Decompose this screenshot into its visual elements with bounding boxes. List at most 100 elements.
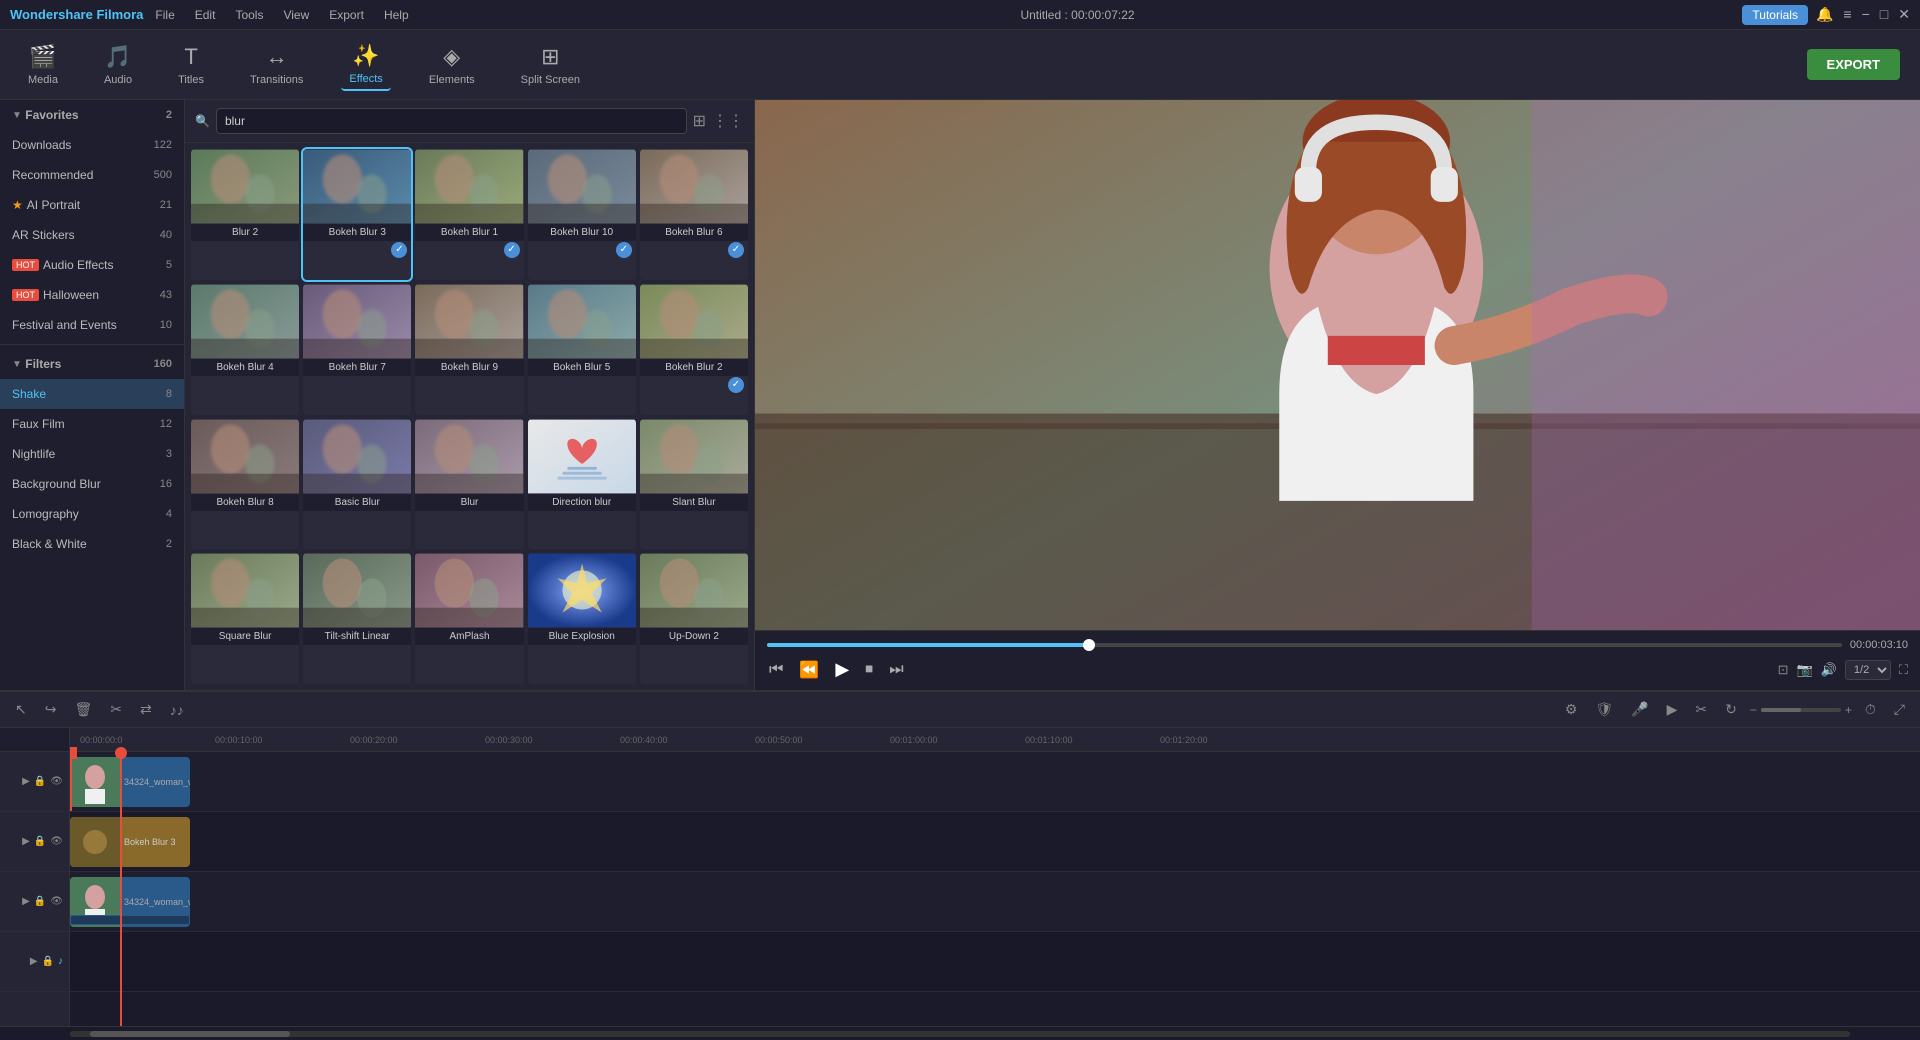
menu-export[interactable]: Export — [325, 6, 368, 24]
audio-tool[interactable]: ♪♪ — [165, 699, 189, 721]
mic-button[interactable]: 🎤 — [1626, 698, 1653, 721]
effect-item-bokeh_blur1[interactable]: ✓ Bokeh Blur 1 — [415, 149, 523, 280]
track1-eye[interactable]: 👁 — [50, 776, 63, 787]
search-input[interactable] — [216, 108, 687, 134]
toolbar-split-screen[interactable]: ⊞ Split Screen — [513, 40, 588, 90]
sidebar-item-ar-stickers[interactable]: AR Stickers 40 — [0, 220, 184, 250]
menu-file[interactable]: File — [151, 6, 178, 24]
speed-tool[interactable]: ⇄ — [135, 698, 157, 721]
progress-bar[interactable] — [767, 643, 1842, 647]
sidebar-item-ai-portrait[interactable]: ★ AI Portrait 21 — [0, 190, 184, 220]
effect-item-tilt_shift[interactable]: Tilt-shift Linear — [303, 553, 411, 684]
zoom-minus[interactable]: − — [1750, 703, 1757, 717]
toolbar-audio[interactable]: 🎵 Audio — [96, 40, 140, 90]
effect-item-slant_blur[interactable]: Slant Blur — [640, 419, 748, 550]
stop-button[interactable]: ⏹ — [863, 659, 875, 681]
track3-eye[interactable]: 👁 — [50, 896, 63, 907]
effect-item-bokeh_blur3[interactable]: ✓ Bokeh Blur 3 — [303, 149, 411, 280]
menu-icon[interactable]: ≡ — [1843, 6, 1851, 23]
render-button[interactable]: ▶ — [1662, 698, 1683, 721]
sidebar-item-nightlife[interactable]: Nightlife 3 — [0, 439, 184, 469]
toolbar-transitions[interactable]: ↔ Transitions — [242, 40, 311, 90]
zoom-select[interactable]: 1/2 1/1 1/4 — [1845, 660, 1891, 680]
scrollbar-track[interactable] — [70, 1031, 1850, 1037]
skip-back-button[interactable]: ⏮ — [767, 659, 785, 681]
effect-item-basic_blur[interactable]: Basic Blur — [303, 419, 411, 550]
track4-lock[interactable]: 🔒 — [42, 956, 54, 967]
sidebar-item-audio-effects[interactable]: HOT Audio Effects 5 — [0, 250, 184, 280]
effect-item-updown2[interactable]: Up-Down 2 — [640, 553, 748, 684]
grid-layout-icon[interactable]: ⊞ — [693, 111, 706, 131]
track2-lock[interactable]: 🔒 — [34, 836, 46, 847]
tutorials-button[interactable]: Tutorials — [1742, 5, 1808, 25]
timeline-clock[interactable]: ⏱ — [1860, 698, 1881, 721]
cursor-tool[interactable]: ↖ — [10, 698, 32, 721]
menu-tools[interactable]: Tools — [231, 6, 267, 24]
track3-lock[interactable]: 🔒 — [34, 896, 46, 907]
timeline-cut2[interactable]: ✂ — [1690, 698, 1712, 721]
minimize-icon[interactable]: − — [1862, 6, 1870, 23]
track1-clip[interactable]: 34324_woman_with_headpho — [70, 757, 190, 807]
volume-icon[interactable]: 🔊 — [1821, 662, 1837, 678]
menu-help[interactable]: Help — [380, 6, 413, 24]
aspect-icon[interactable]: ⊡ — [1778, 662, 1789, 678]
effect-item-bokeh_blur8[interactable]: Bokeh Blur 8 — [191, 419, 299, 550]
effect-item-direction_blur[interactable]: Direction blur — [528, 419, 636, 550]
effect-item-bokeh_blur6[interactable]: ✓ Bokeh Blur 6 — [640, 149, 748, 280]
track2-clip[interactable]: Bokeh Blur 3 — [70, 817, 190, 867]
toolbar-media[interactable]: 🎬 Media — [20, 40, 66, 90]
play-button[interactable]: ▶ — [833, 657, 851, 682]
sidebar-item-downloads[interactable]: Downloads 122 — [0, 130, 184, 160]
maximize-icon[interactable]: □ — [1880, 6, 1888, 23]
snapshot-icon[interactable]: 📷 — [1797, 662, 1813, 678]
sidebar-item-lomography[interactable]: Lomography 4 — [0, 499, 184, 529]
cut-tool[interactable]: ✂ — [105, 698, 127, 721]
track1-lock[interactable]: 🔒 — [34, 776, 46, 787]
effect-item-square_blur[interactable]: Square Blur — [191, 553, 299, 684]
toolbar-elements[interactable]: ◈ Elements — [421, 40, 483, 90]
notification-icon[interactable]: 🔔 — [1816, 6, 1833, 23]
sidebar-item-faux-film[interactable]: Faux Film 12 — [0, 409, 184, 439]
sidebar-item-background-blur[interactable]: Background Blur 16 — [0, 469, 184, 499]
timeline-zoom-bar[interactable] — [1761, 708, 1841, 712]
step-back-button[interactable]: ⏪ — [797, 658, 821, 682]
background-blur-label: Background Blur — [12, 477, 101, 491]
delete-tool[interactable]: 🗑 — [69, 698, 97, 721]
sidebar-favorites-header[interactable]: ▼ Favorites 2 — [0, 100, 184, 130]
track4-eye[interactable]: ♪ — [58, 956, 63, 967]
timeline-loop[interactable]: ↻ — [1720, 698, 1742, 721]
scrollbar-thumb[interactable] — [90, 1031, 290, 1037]
effect-item-blur[interactable]: Blur — [415, 419, 523, 550]
effect-item-bokeh_blur5[interactable]: Bokeh Blur 5 — [528, 284, 636, 415]
sidebar-filters-header[interactable]: ▼ Filters 160 — [0, 349, 184, 379]
effect-item-bokeh_blur2[interactable]: ✓ Bokeh Blur 2 — [640, 284, 748, 415]
settings-icon[interactable]: ⋮⋮ — [712, 111, 744, 131]
toolbar-titles[interactable]: T Titles — [170, 40, 212, 90]
effect-item-bokeh_blur4[interactable]: Bokeh Blur 4 — [191, 284, 299, 415]
menu-edit[interactable]: Edit — [191, 6, 220, 24]
sidebar-item-black-white[interactable]: Black & White 2 — [0, 529, 184, 559]
close-icon[interactable]: ✕ — [1898, 6, 1910, 23]
fullscreen-icon[interactable]: ⛶ — [1899, 662, 1908, 678]
sidebar-item-halloween[interactable]: HOT Halloween 43 — [0, 280, 184, 310]
export-button[interactable]: EXPORT — [1807, 49, 1900, 80]
toolbar-effects[interactable]: ✨ Effects — [341, 39, 390, 91]
sidebar-item-festival[interactable]: Festival and Events 10 — [0, 310, 184, 340]
effect-item-bokeh_blur10[interactable]: ✓ Bokeh Blur 10 — [528, 149, 636, 280]
zoom-plus[interactable]: + — [1845, 703, 1852, 717]
track2-eye[interactable]: 👁 — [50, 836, 63, 847]
sidebar-item-recommended[interactable]: Recommended 500 — [0, 160, 184, 190]
ripple-tool[interactable]: ↪ — [40, 698, 62, 721]
menu-view[interactable]: View — [279, 6, 313, 24]
effect-item-bokeh_blur9[interactable]: Bokeh Blur 9 — [415, 284, 523, 415]
timeline-shield[interactable]: 🛡 — [1590, 698, 1618, 721]
skip-forward-button[interactable]: ⏭ — [887, 659, 905, 681]
effect-item-blue_explosion[interactable]: Blue Explosion — [528, 553, 636, 684]
effect-item-bokeh_blur7[interactable]: Bokeh Blur 7 — [303, 284, 411, 415]
effect-item-amplash[interactable]: AmPlash — [415, 553, 523, 684]
timeline-ruler[interactable]: 00:00:00:0 00:00:10:00 00:00:20:00 00:00… — [70, 728, 1920, 752]
effect-item-blur2[interactable]: Blur 2 — [191, 149, 299, 280]
timeline-settings[interactable]: ⚙ — [1560, 698, 1583, 721]
timeline-expand[interactable]: ⤢ — [1889, 698, 1910, 721]
sidebar-item-shake[interactable]: Shake 8 — [0, 379, 184, 409]
